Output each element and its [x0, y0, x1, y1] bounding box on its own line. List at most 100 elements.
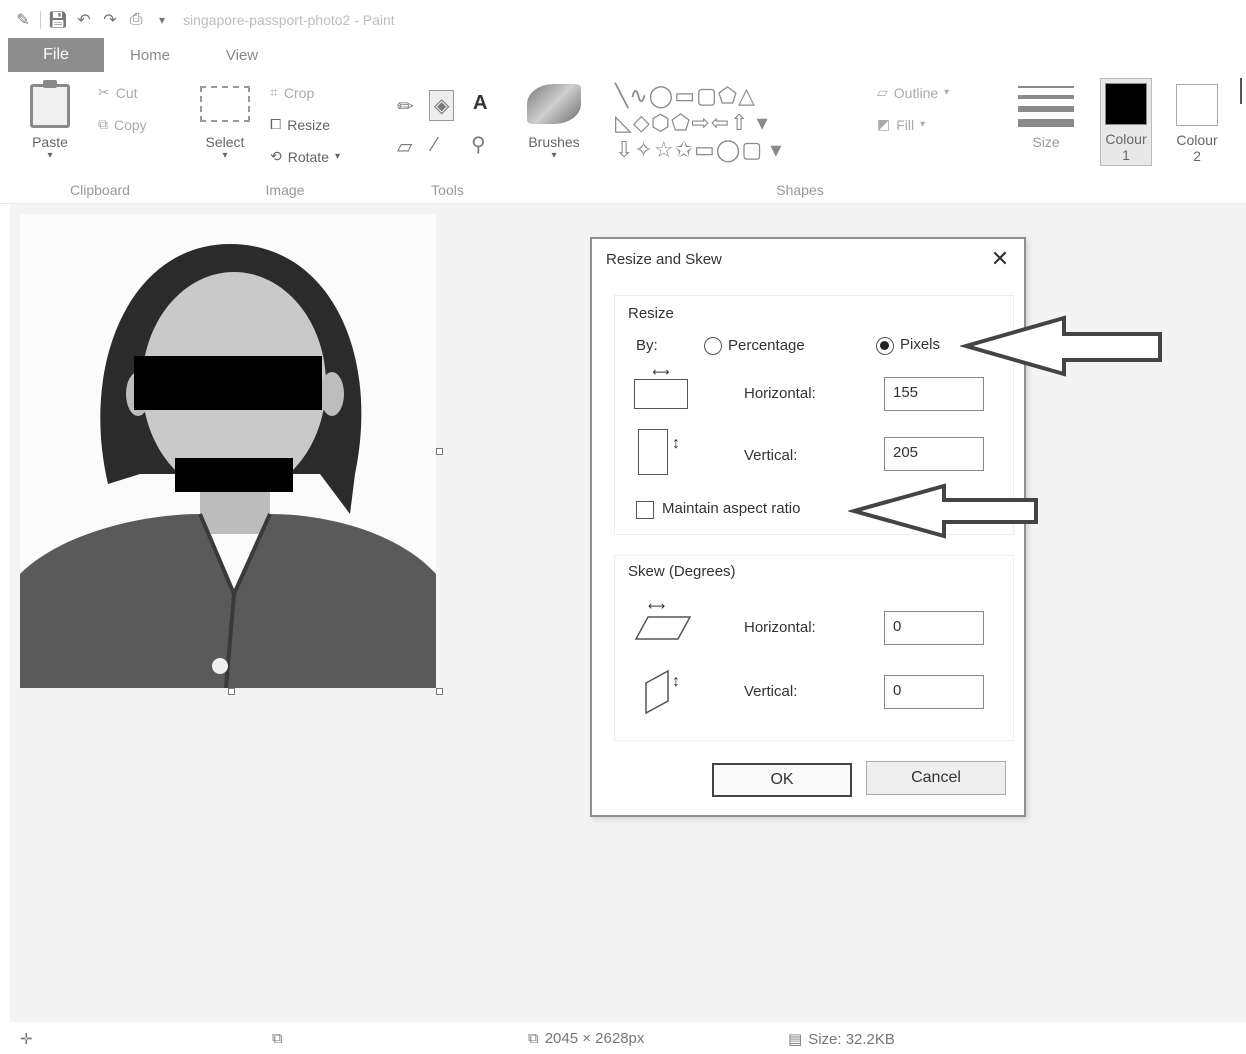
undo-icon[interactable]: ↶	[75, 11, 93, 29]
chevron-down-icon: ▾	[47, 150, 53, 161]
cut-button[interactable]: ✂ Cut	[98, 84, 138, 101]
resize-button[interactable]: ⧠ Resize	[270, 116, 330, 133]
size-button[interactable]: Size	[1018, 86, 1074, 157]
magnifier-icon[interactable]: ⚲	[471, 132, 486, 157]
fill-button[interactable]: ◩ Fill ▾	[877, 116, 925, 133]
pencil-icon[interactable]: ✏	[397, 94, 414, 119]
close-icon[interactable]: ✕	[988, 247, 1012, 271]
disk-icon: ▤	[788, 1031, 803, 1048]
tab-view[interactable]: View	[196, 38, 288, 72]
skew-horizontal-input[interactable]: 0	[884, 611, 984, 645]
resize-vertical-label: Vertical:	[744, 447, 798, 464]
fill-label: Fill	[896, 116, 915, 133]
select-icon	[200, 86, 250, 122]
pixels-label[interactable]: Pixels	[900, 336, 940, 353]
paste-icon	[30, 80, 70, 128]
outline-icon: ▱	[877, 84, 888, 100]
colour2-label: Colour	[1176, 132, 1218, 148]
annotation-arrow-aspect-ratio	[848, 483, 1038, 539]
shapes-group-label: Shapes	[776, 182, 824, 198]
resize-handle-bottom[interactable]	[228, 688, 235, 695]
outline-button[interactable]: ▱ Outline ▾	[877, 84, 949, 101]
maintain-aspect-checkbox[interactable]	[636, 501, 654, 519]
file-size: ▤ Size: 32.2KB	[788, 1030, 895, 1049]
crop-button[interactable]: ⌗ Crop	[270, 84, 314, 101]
select-button[interactable]: Select ▾	[200, 86, 250, 161]
colour2-swatch	[1176, 84, 1218, 126]
image-group: Select ▾ ⌗ Crop ⧠ Resize ⟲ Rotate ▾ Imag…	[190, 72, 380, 204]
size-line-thick	[1018, 106, 1074, 112]
quick-access-separator	[40, 11, 41, 29]
customize-quick-access-icon[interactable]: ▾	[153, 11, 171, 29]
brushes-label: Brushes	[528, 134, 580, 150]
rotate-button[interactable]: ⟲ Rotate ▾	[270, 148, 340, 165]
image-dimensions: ⧉ 2045 × 2628px	[528, 1030, 644, 1047]
colour1-index: 1	[1122, 147, 1130, 163]
ribbon: Paste ▾ ✂ Cut ⧉ Copy Clipboard Select ▾ …	[0, 72, 1246, 204]
color-picker-icon[interactable]: ⁄	[433, 134, 436, 157]
save-icon[interactable]: 💾︎	[48, 11, 68, 29]
skew-horizontal-icon	[634, 616, 692, 640]
paste-button[interactable]: Paste ▾	[30, 80, 70, 161]
maintain-aspect-label[interactable]: Maintain aspect ratio	[662, 500, 800, 517]
colour2-button[interactable]: Colour 2	[1176, 84, 1218, 164]
percentage-radio[interactable]	[704, 337, 722, 355]
copy-button[interactable]: ⧉ Copy	[98, 116, 147, 133]
tab-file[interactable]: File	[8, 38, 104, 72]
portrait-photo	[20, 244, 436, 688]
tab-home[interactable]: Home	[104, 38, 196, 72]
colour1-button[interactable]: Colour 1	[1100, 78, 1152, 166]
resize-horizontal-label: Horizontal:	[744, 385, 816, 402]
size-line-thin	[1018, 86, 1074, 88]
by-label: By:	[636, 337, 658, 354]
pixels-radio[interactable]	[876, 337, 894, 355]
shapes-gallery[interactable]: ╲∿◯▭▢⬠△ ◺◇⬡⬠⇨⇦⇧ ▾ ⇩✧☆✩▭◯▢ ▾	[615, 82, 865, 163]
print-icon[interactable]: ⎙	[127, 11, 145, 29]
skew-heading: Skew (Degrees)	[628, 563, 736, 580]
cancel-button[interactable]: Cancel	[866, 761, 1006, 795]
percentage-label[interactable]: Percentage	[728, 337, 805, 354]
selection-size-icon: ⧉	[272, 1030, 283, 1047]
ok-button[interactable]: OK	[712, 763, 852, 797]
text-tool-icon[interactable]: A	[473, 92, 487, 115]
resize-horizontal-input[interactable]: 155	[884, 377, 984, 411]
select-label: Select	[205, 134, 245, 150]
copy-icon: ⧉	[98, 116, 108, 132]
resize-handle-corner[interactable]	[436, 688, 443, 695]
skew-vertical-label: Vertical:	[744, 683, 798, 700]
crop-icon: ⌗	[270, 84, 278, 100]
brushes-button[interactable]: Brushes ▾	[527, 84, 581, 161]
resize-vertical-input[interactable]: 205	[884, 437, 984, 471]
status-bar: ✛ ⧉ ⧉ 2045 × 2628px ▤ Size: 32.2KB	[0, 1022, 1246, 1054]
size-line-medium	[1018, 95, 1074, 99]
double-arrow-vertical-icon: ↕	[672, 435, 680, 452]
canvas-image[interactable]	[20, 214, 436, 688]
eraser-icon[interactable]: ▱	[397, 134, 412, 159]
colour1-swatch	[1105, 83, 1147, 125]
skew-group	[614, 555, 1014, 741]
brush-icon	[527, 84, 581, 124]
shapes-row: ◺◇⬡⬠⇨⇦⇧ ▾	[615, 110, 769, 135]
double-arrow-horizontal-icon: ⟷	[648, 599, 666, 613]
rotate-label: Rotate	[287, 148, 329, 165]
cursor-position-icon: ✛	[20, 1031, 33, 1048]
tools-group-label: Tools	[431, 182, 464, 198]
image-group-label: Image	[265, 182, 305, 198]
annotation-arrow-pixels	[960, 315, 1162, 377]
fill-bucket-icon[interactable]: ◈	[429, 90, 455, 121]
paint-app-icon[interactable]: ✎	[14, 11, 32, 29]
chevron-down-icon: ▾	[920, 119, 926, 130]
image-dimensions-icon: ⧉	[528, 1030, 539, 1047]
redo-icon[interactable]: ↷	[101, 11, 119, 29]
outline-label: Outline	[893, 84, 939, 101]
tools-group: ✏ ◈ A ▱ ⁄ ⚲ Tools	[385, 72, 510, 204]
copy-label: Copy	[114, 116, 147, 133]
size-label: Size	[1032, 134, 1060, 150]
skew-vertical-input[interactable]: 0	[884, 675, 984, 709]
double-arrow-vertical-icon: ↕	[672, 673, 680, 690]
dialog-title: Resize and Skew	[606, 251, 722, 268]
vertical-resize-icon	[638, 429, 668, 475]
horizontal-resize-icon	[634, 379, 688, 409]
resize-handle-right[interactable]	[436, 448, 443, 455]
clipboard-group-label: Clipboard	[70, 182, 130, 198]
